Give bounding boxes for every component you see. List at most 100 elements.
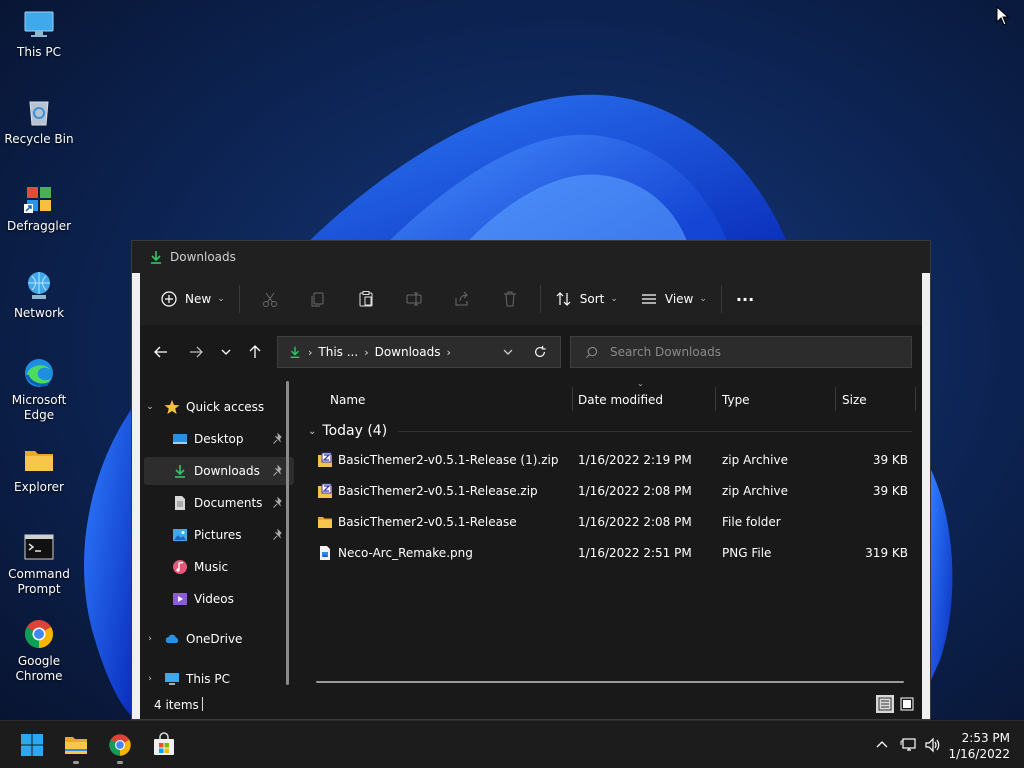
recent-locations-button[interactable] [213, 339, 239, 365]
chevron-down-icon[interactable] [502, 346, 514, 358]
monitor-icon [165, 673, 179, 685]
view-list-icon [641, 294, 656, 304]
file-size: 319 KB [865, 546, 908, 560]
nav-item-documents[interactable]: Documents [144, 489, 294, 517]
address-bar[interactable]: › This ... › Downloads › [277, 336, 561, 368]
horizontal-scrollbar[interactable] [316, 681, 904, 683]
cut-button[interactable] [246, 282, 294, 316]
show-hidden-icons-button[interactable] [872, 735, 892, 755]
taskbar-clock[interactable]: 2:53 PM 1/16/2022 [948, 730, 1010, 762]
download-icon [175, 465, 185, 478]
sort-button[interactable]: Sort ⌄ [547, 282, 626, 316]
new-button[interactable]: New ⌄ [152, 282, 233, 316]
file-row[interactable]: BasicThemer2-v0.5.1-Release (1).zip 1/16… [300, 445, 922, 475]
search-icon [585, 346, 598, 358]
chevron-right-icon[interactable]: › [144, 633, 156, 645]
nav-item-pictures[interactable]: Pictures [144, 521, 294, 549]
desktop-folder-icon [173, 434, 187, 444]
nav-item-downloads[interactable]: Downloads [144, 457, 294, 485]
desktop-icon-command-prompt[interactable]: Command Prompt [4, 530, 74, 597]
forward-button[interactable] [183, 339, 209, 365]
column-divider[interactable] [715, 387, 716, 411]
desktop-icon-this-pc[interactable]: This PC [4, 8, 74, 60]
nav-item-music[interactable]: Music [144, 553, 294, 581]
desktop-icon-label: Microsoft Edge [11, 393, 67, 422]
rename-button[interactable] [390, 282, 438, 316]
plus-circle-icon [161, 291, 177, 307]
thumbnail-view-button[interactable] [898, 695, 916, 713]
delete-button[interactable] [486, 282, 534, 316]
running-indicator [117, 761, 123, 764]
paste-button[interactable] [342, 282, 390, 316]
chevron-down-icon[interactable]: ⌄ [144, 401, 156, 413]
divider [238, 285, 240, 313]
nav-onedrive[interactable]: › OneDrive [144, 625, 294, 653]
title-bar[interactable]: Downloads [132, 241, 930, 273]
desktop-icon-network[interactable]: Network [4, 269, 74, 321]
network-icon [28, 272, 50, 299]
taskbar-chrome[interactable] [102, 727, 138, 763]
details-view-button[interactable] [876, 695, 894, 713]
file-row[interactable]: BasicThemer2-v0.5.1-Release.zip 1/16/202… [300, 476, 922, 506]
divider [539, 285, 541, 313]
desktop-icon-label: Defraggler [6, 219, 72, 233]
column-divider[interactable] [835, 387, 836, 411]
chevron-right-icon[interactable]: › [144, 673, 156, 685]
up-button[interactable] [242, 339, 268, 365]
refresh-button[interactable] [528, 340, 552, 364]
breadcrumb-separator-icon: › [364, 345, 369, 359]
defraggler-icon [24, 187, 51, 213]
star-icon [164, 400, 180, 414]
breadcrumb-downloads[interactable]: Downloads [375, 345, 441, 359]
window-title: Downloads [170, 250, 236, 264]
divider [720, 285, 722, 313]
column-divider[interactable] [915, 387, 916, 411]
pin-icon [273, 497, 282, 508]
desktop-icon-recycle-bin[interactable]: Recycle Bin [4, 95, 74, 147]
zip-icon [318, 452, 332, 467]
desktop-icon-edge[interactable]: Microsoft Edge [4, 356, 74, 423]
desktop-icon-label: Command Prompt [8, 567, 70, 596]
search-box[interactable] [570, 336, 912, 368]
nav-scrollbar[interactable] [286, 381, 289, 685]
column-header-date[interactable]: Date modified [578, 387, 663, 413]
view-button[interactable]: View ⌄ [632, 282, 715, 316]
column-header-name[interactable]: Name [330, 387, 365, 413]
column-header-type[interactable]: Type [722, 387, 750, 413]
file-row[interactable]: Neco-Arc_Remake.png 1/16/2022 2:51 PM PN… [300, 538, 922, 568]
desktop-icon-explorer[interactable]: Explorer [4, 443, 74, 495]
status-divider [202, 697, 203, 711]
store-icon [154, 732, 174, 755]
share-button[interactable] [438, 282, 486, 316]
chevron-down-icon [221, 349, 231, 355]
network-tray-button[interactable] [899, 735, 919, 755]
file-name: BasicThemer2-v0.5.1-Release [338, 515, 517, 529]
more-icon: ··· [735, 289, 755, 309]
nav-item-label: Desktop [194, 432, 244, 446]
column-header-size[interactable]: Size [842, 387, 867, 413]
column-divider[interactable] [572, 387, 573, 411]
file-row[interactable]: BasicThemer2-v0.5.1-Release 1/16/2022 2:… [300, 507, 922, 537]
breadcrumb-this-pc[interactable]: This ... [318, 345, 358, 359]
copy-button[interactable] [294, 282, 342, 316]
breadcrumb-separator-icon: › [446, 345, 451, 359]
pin-icon [273, 465, 282, 476]
nav-quick-access[interactable]: ⌄ Quick access [144, 393, 294, 421]
clock-time: 2:53 PM [961, 731, 1010, 745]
start-button[interactable] [14, 727, 50, 763]
nav-item-videos[interactable]: Videos [144, 585, 294, 613]
taskbar-store[interactable] [146, 727, 182, 763]
nav-item-desktop[interactable]: Desktop [144, 425, 294, 453]
desktop-icon-chrome[interactable]: Google Chrome [4, 617, 74, 684]
desktop-icon-defraggler[interactable]: Defraggler [4, 182, 74, 234]
taskbar-file-explorer[interactable] [58, 727, 94, 763]
cut-icon [262, 292, 277, 307]
more-options-button[interactable]: ··· [728, 282, 762, 316]
search-input[interactable] [608, 344, 902, 360]
volume-tray-button[interactable] [923, 735, 943, 755]
group-header-today[interactable]: ⌄ Today (4) [308, 419, 387, 443]
edge-icon [25, 359, 53, 387]
back-button[interactable] [148, 339, 174, 365]
arrow-left-icon [154, 346, 167, 358]
nav-item-label: Quick access [186, 400, 265, 414]
